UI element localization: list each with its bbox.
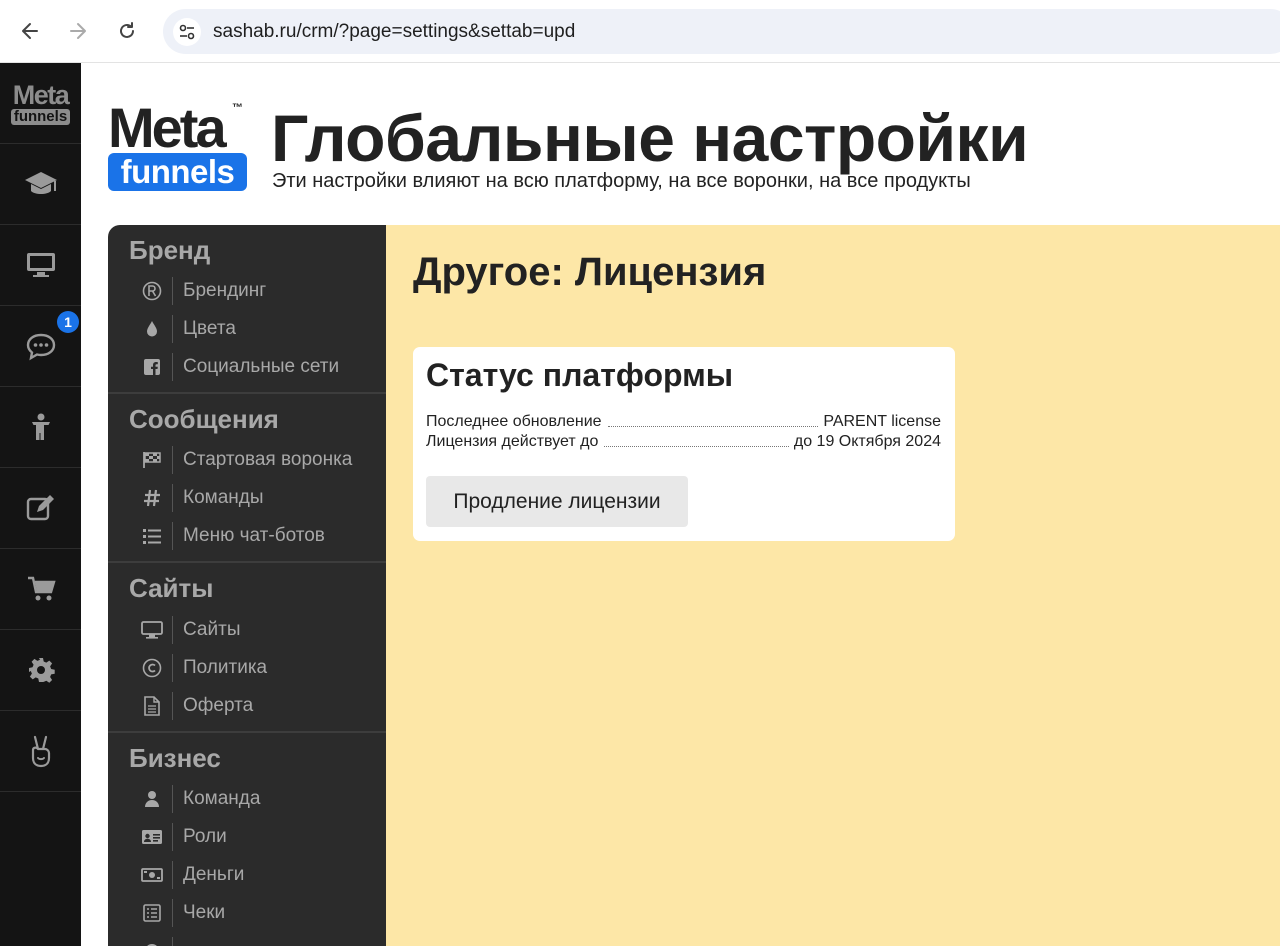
sidebar-item-bot-menu[interactable]: Меню чат-ботов [138,520,378,552]
sidebar-item-branding[interactable]: Брендинг [138,275,378,307]
sidebar-item-label: Оферта [183,695,254,716]
page-title: Глобальные настройки [271,101,1029,175]
sidebar-item-roles[interactable]: Роли [138,821,378,853]
sidebar-item-label: Цвета [183,318,236,339]
sidebar-item-social[interactable]: Социальные сети [138,351,378,383]
user-icon [138,787,166,811]
sidebar-item-colors[interactable]: Цвета [138,313,378,345]
section-divider [108,392,386,394]
card-title: Статус платформы [426,357,734,393]
sidebar-item-offer[interactable]: Оферта [138,690,378,722]
rail-item-sites[interactable] [0,225,81,306]
sidebar-item-label: Команда [183,788,261,809]
hashtag-icon [138,486,166,510]
cart-icon [27,576,56,601]
sidebar-item-label: Политика [183,657,268,678]
sidebar-item-label: Чеки [183,902,226,923]
document-icon [138,694,166,718]
nav-heading-messages: Сообщения [129,404,279,434]
url-text[interactable]: sashab.ru/crm/?page=settings&settab=upd [213,21,575,43]
sidebar-item-sites[interactable]: Сайты [138,614,378,646]
sidebar-item-label: Роли [183,826,227,847]
peace-hand-icon [31,735,50,768]
reload-button[interactable] [112,16,142,46]
sidebar-item-team[interactable]: Команда [138,783,378,815]
id-card-icon [138,825,166,849]
rail-item-shop[interactable] [0,549,81,630]
renew-license-button[interactable]: Продление лицензии [426,476,688,527]
chat-bubble-icon [26,333,55,361]
list-icon [138,524,166,548]
copyright-icon [138,656,166,680]
reload-icon [120,22,134,38]
rail-item-peace[interactable] [0,711,81,792]
edit-icon [26,495,54,521]
desktop-icon [138,618,166,642]
forward-button[interactable] [63,16,93,46]
license-valid-label: Лицензия действует до [426,433,599,450]
sidebar-item-start-funnel[interactable]: Стартовая воронка [138,444,378,476]
money-bill-icon [138,863,166,887]
license-valid-value: до 19 Октября 2024 [793,433,941,450]
rail-logo[interactable]: Meta funnels [0,63,81,144]
brand-logo[interactable]: Meta ™ funnels [108,100,250,192]
nav-heading-business: Бизнес [129,743,221,773]
gear-icon [28,658,55,683]
child-figure-icon [31,413,50,440]
license-valid-row: Лицензия действует до до 19 Октября 2024 [426,431,941,451]
rail-item-users[interactable] [0,387,81,468]
settings-sidebar: Бренд Брендинг Цвета Социальные сети Соо… [108,225,386,946]
flag-checkered-icon [138,448,166,472]
sidebar-item-policy[interactable]: Политика [138,652,378,684]
arrow-left-icon [22,23,38,39]
nav-heading-sites: Сайты [129,573,214,603]
sidebar-item-label: Брендинг [183,280,267,301]
site-settings-icon[interactable] [173,18,201,46]
graduation-cap-icon [24,172,57,194]
sidebar-item-label: Стартовая воронка [183,449,353,470]
sidebar-item-partial[interactable] [138,935,378,946]
platform-status-card: Статус платформы Последнее обновление PA… [413,347,955,541]
section-divider [108,561,386,563]
settings-content: Другое: Лицензия Статус платформы Послед… [386,225,1280,946]
nav-heading-brand: Бренд [129,235,211,265]
rail-item-editor[interactable] [0,468,81,549]
arrow-right-icon [70,23,86,39]
sidebar-item-label: Меню чат-ботов [183,525,325,546]
sidebar-item-label: Сайты [183,619,241,640]
facebook-icon [138,355,166,379]
rail-item-settings[interactable] [0,630,81,711]
droplet-icon [138,317,166,341]
unread-badge: 1 [57,311,79,333]
last-update-row: Последнее обновление PARENT license [426,411,941,431]
last-update-value: PARENT license [823,413,941,430]
monitor-icon [26,253,55,277]
sidebar-item-label: Социальные сети [183,356,340,377]
sidebar-item-label: Деньги [183,864,245,885]
registered-icon [138,279,166,303]
last-update-label: Последнее обновление [426,413,602,430]
browser-toolbar: sashab.ru/crm/?page=settings&settab=upd [0,0,1280,63]
section-divider [108,731,386,733]
app-rail: Meta funnels 1 [0,63,81,946]
address-bar[interactable]: sashab.ru/crm/?page=settings&settab=upd [163,9,1280,54]
partial-icon [138,939,166,946]
back-button[interactable] [15,16,45,46]
receipt-icon [138,901,166,925]
sidebar-item-commands[interactable]: Команды [138,482,378,514]
sidebar-item-receipts[interactable]: Чеки [138,897,378,929]
page-subtitle: Эти настройки влияют на всю платформу, н… [272,170,971,192]
section-title: Другое: Лицензия [413,250,767,294]
sidebar-item-money[interactable]: Деньги [138,859,378,891]
rail-item-courses[interactable] [0,144,81,225]
sidebar-item-label: Команды [183,487,264,508]
